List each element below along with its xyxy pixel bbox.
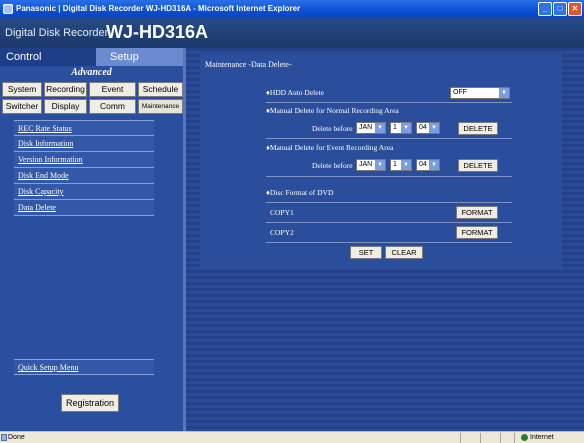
hdd-auto-delete-value: OFF: [453, 89, 467, 96]
category-row-1: System Recording Event Schedule: [2, 82, 183, 97]
divider: [500, 433, 501, 443]
category-recording-button[interactable]: Recording: [44, 82, 87, 97]
event-year-select[interactable]: 04 ▼: [416, 159, 440, 171]
chevron-down-icon: ▼: [375, 160, 385, 170]
brand-model: WJ-HD316A: [106, 22, 209, 42]
brand-subtitle: Digital Disk Recorder: [5, 27, 109, 39]
set-button[interactable]: SET: [350, 246, 382, 259]
divider: [514, 433, 515, 443]
menu-rec-rate-status[interactable]: REC Rate Status: [14, 120, 154, 136]
data-delete-panel: Maintenance -Data Delete- ♦HDD Auto Dele…: [200, 54, 562, 268]
window-titlebar: Panasonic | Digital Disk Recorder WJ-HD3…: [0, 0, 584, 18]
manual-delete-normal-label: ♦Manual Delete for Normal Recording Area: [266, 106, 399, 115]
hdd-auto-delete-label: ♦HDD Auto Delete: [266, 88, 324, 97]
chevron-down-icon: ▼: [401, 123, 411, 133]
window-controls: _ □ ✕: [538, 2, 582, 16]
quick-setup-menu-link[interactable]: Quick Setup Menu: [14, 359, 154, 375]
category-event-button[interactable]: Event: [89, 82, 136, 97]
window-title: Panasonic | Digital Disk Recorder WJ-HD3…: [16, 4, 301, 13]
delete-event-button[interactable]: DELETE: [458, 159, 498, 172]
category-row-2: Switcher Display Comm Maintenance: [2, 99, 183, 114]
category-display-button[interactable]: Display: [44, 99, 87, 114]
advanced-label: Advanced: [71, 67, 112, 78]
menu-data-delete[interactable]: Data Delete: [14, 200, 154, 216]
menu-disk-capacity[interactable]: Disk Capacity: [14, 184, 154, 200]
left-nav: Control Setup Advanced System Recording …: [0, 48, 183, 431]
page-done-icon: [1, 434, 7, 441]
chevron-down-icon: ▼: [429, 123, 439, 133]
copy1-label: COPY1: [270, 208, 294, 217]
content-area: Maintenance -Data Delete- ♦HDD Auto Dele…: [186, 48, 584, 431]
normal-day-value: 1: [393, 124, 397, 131]
event-year-value: 04: [419, 161, 427, 168]
category-maintenance-button[interactable]: Maintenance: [138, 99, 183, 114]
divider: [266, 222, 512, 223]
chevron-down-icon: ▼: [401, 160, 411, 170]
event-month-value: JAN: [359, 161, 373, 168]
menu-version-information[interactable]: Version Information: [14, 152, 154, 168]
normal-year-select[interactable]: 04 ▼: [416, 122, 440, 134]
divider: [266, 102, 512, 103]
category-schedule-button[interactable]: Schedule: [138, 82, 183, 97]
main-tabs: Control Setup: [0, 48, 183, 66]
event-day-select[interactable]: 1 ▼: [390, 159, 412, 171]
divider: [266, 176, 512, 177]
category-switcher-button[interactable]: Switcher: [2, 99, 42, 114]
hdd-auto-delete-select[interactable]: OFF ▼: [450, 87, 510, 99]
normal-month-value: JAN: [359, 124, 373, 131]
event-day-value: 1: [393, 161, 397, 168]
category-system-button[interactable]: System: [2, 82, 42, 97]
normal-day-select[interactable]: 1 ▼: [390, 122, 412, 134]
divider: [460, 433, 461, 443]
copy1-format-button[interactable]: FORMAT: [456, 206, 498, 219]
clear-button[interactable]: CLEAR: [385, 246, 423, 259]
copy2-format-button[interactable]: FORMAT: [456, 226, 498, 239]
normal-month-select[interactable]: JAN ▼: [356, 122, 386, 134]
manual-delete-event-label: ♦Manual Delete for Event Recording Area: [266, 143, 394, 152]
chevron-down-icon: ▼: [375, 123, 385, 133]
normal-year-value: 04: [419, 124, 427, 131]
tab-setup[interactable]: Setup: [96, 48, 183, 66]
tab-control[interactable]: Control: [0, 48, 96, 66]
status-bar: Done Internet: [0, 431, 584, 443]
chevron-down-icon: ▼: [499, 88, 509, 98]
delete-normal-button[interactable]: DELETE: [458, 122, 498, 135]
disc-format-label: ♦Disc Format of DVD: [266, 188, 334, 197]
divider: [480, 433, 481, 443]
chevron-down-icon: ▼: [429, 160, 439, 170]
menu-disk-information[interactable]: Disk Information: [14, 136, 154, 152]
category-comm-button[interactable]: Comm: [89, 99, 136, 114]
maintenance-menu: REC Rate Status Disk Information Version…: [14, 120, 154, 216]
menu-disk-end-mode[interactable]: Disk End Mode: [14, 168, 154, 184]
maximize-icon[interactable]: □: [553, 2, 567, 16]
close-icon[interactable]: ✕: [568, 2, 582, 16]
internet-zone-icon: [521, 434, 528, 441]
registration-button[interactable]: Registration: [61, 394, 119, 412]
delete-before-event-label: Delete before: [312, 161, 353, 170]
page-title: Maintenance -Data Delete-: [205, 60, 292, 69]
divider: [266, 202, 512, 203]
event-month-select[interactable]: JAN ▼: [356, 159, 386, 171]
security-zone-label: Internet: [530, 434, 554, 441]
app-header: Digital Disk Recorder WJ-HD316A: [0, 18, 584, 48]
minimize-icon[interactable]: _: [538, 2, 552, 16]
status-text: Done: [8, 434, 25, 441]
copy2-label: COPY2: [270, 228, 294, 237]
delete-before-normal-label: Delete before: [312, 124, 353, 133]
divider: [266, 138, 512, 139]
divider: [266, 242, 512, 243]
ie-icon: [3, 4, 13, 14]
